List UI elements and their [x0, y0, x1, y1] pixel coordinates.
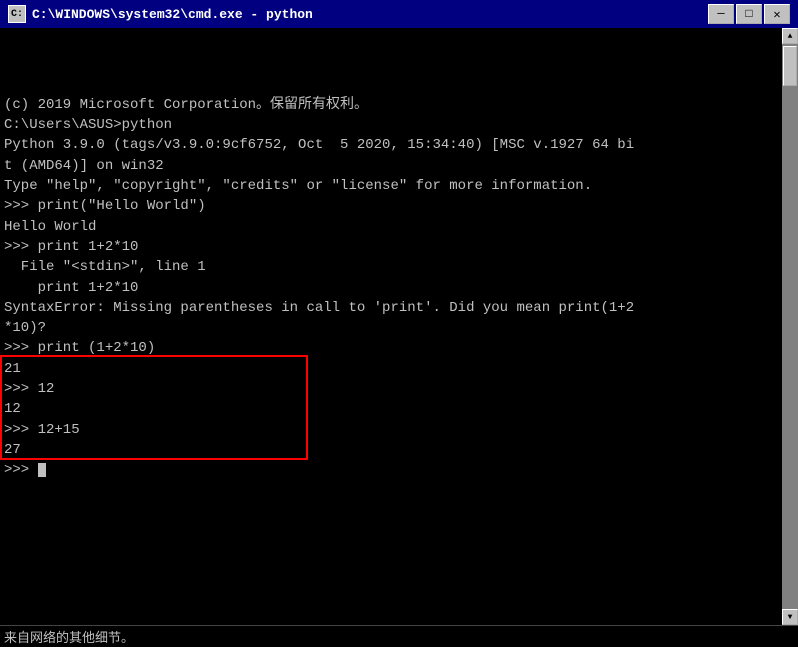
scrollbar-thumb[interactable] [783, 46, 797, 86]
console-line: t (AMD64)] on win32 [4, 156, 778, 176]
console-line: >>> print (1+2*10) [4, 338, 778, 358]
console-line: (c) 2019 Microsoft Corporation。保留所有权利。 [4, 95, 778, 115]
scrollbar[interactable]: ▲ ▼ [782, 28, 798, 625]
title-bar-controls: ─ □ ✕ [708, 4, 790, 24]
console-line: >>> [4, 460, 778, 480]
title-bar-icon: C: [8, 5, 26, 23]
close-button[interactable]: ✕ [764, 4, 790, 24]
console-line: Type "help", "copyright", "credits" or "… [4, 176, 778, 196]
bottom-bar-text: 来自网络的其他细节。 [4, 627, 134, 646]
cursor [38, 463, 46, 477]
minimize-button[interactable]: ─ [708, 4, 734, 24]
console-line: C:\Users\ASUS>python [4, 115, 778, 135]
console-wrapper: (c) 2019 Microsoft Corporation。保留所有权利。C:… [0, 28, 798, 625]
console-line: >>> print("Hello World") [4, 196, 778, 216]
console-line: 12 [4, 399, 778, 419]
console-area[interactable]: (c) 2019 Microsoft Corporation。保留所有权利。C:… [0, 28, 782, 625]
title-bar-title: C:\WINDOWS\system32\cmd.exe - python [32, 7, 708, 22]
maximize-button[interactable]: □ [736, 4, 762, 24]
console-line: print 1+2*10 [4, 278, 778, 298]
scroll-down-arrow[interactable]: ▼ [782, 609, 798, 625]
console-line: 27 [4, 440, 778, 460]
console-line: >>> 12+15 [4, 420, 778, 440]
console-line: >>> print 1+2*10 [4, 237, 778, 257]
console-line: >>> 12 [4, 379, 778, 399]
console-line: Hello World [4, 217, 778, 237]
console-line: Python 3.9.0 (tags/v3.9.0:9cf6752, Oct 5… [4, 135, 778, 155]
console-line: SyntaxError: Missing parentheses in call… [4, 298, 778, 318]
console-line: 21 [4, 359, 778, 379]
console-line: *10)? [4, 318, 778, 338]
scroll-up-arrow[interactable]: ▲ [782, 28, 798, 44]
title-bar[interactable]: C: C:\WINDOWS\system32\cmd.exe - python … [0, 0, 798, 28]
scrollbar-track[interactable] [782, 44, 798, 609]
console-line: File "<stdin>", line 1 [4, 257, 778, 277]
bottom-bar: 来自网络的其他细节。 [0, 625, 798, 647]
